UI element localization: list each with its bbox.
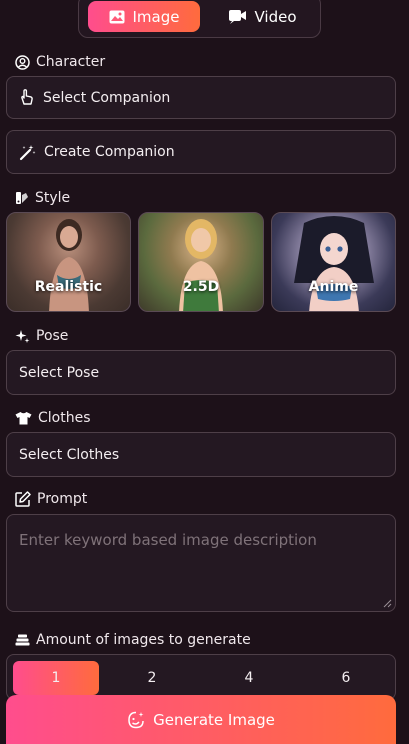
prompt-textarea[interactable]: Enter keyword based image description (6, 514, 396, 612)
amount-option-2[interactable]: 2 (109, 661, 195, 695)
amount-selector: 1 2 4 6 (6, 654, 396, 700)
tab-video[interactable]: Video (210, 1, 316, 32)
pose-heading-label: Pose (36, 328, 69, 344)
generate-image-icon (127, 711, 145, 729)
pointer-hand-icon (19, 89, 35, 106)
amount-option-1[interactable]: 1 (13, 661, 99, 695)
tab-image[interactable]: Image (88, 1, 200, 32)
tab-video-label: Video (254, 7, 297, 26)
select-companion-label: Select Companion (43, 89, 171, 106)
generate-image-label: Generate Image (153, 710, 275, 729)
select-clothes-dropdown[interactable]: Select Clothes (6, 432, 396, 477)
resize-grip-icon[interactable] (382, 598, 392, 608)
style-heading-label: Style (35, 190, 71, 206)
character-heading-label: Character (36, 54, 106, 70)
prompt-placeholder: Enter keyword based image description (19, 531, 317, 549)
clothes-heading-label: Clothes (38, 410, 91, 426)
woman-photo-thumbnail-icon (48, 219, 89, 311)
amount-option-6[interactable]: 6 (303, 661, 389, 695)
prompt-heading: Prompt (15, 491, 87, 507)
character-heading: Character (15, 54, 105, 70)
select-companion-button[interactable]: Select Companion (6, 76, 396, 119)
style-option-anime-label: Anime (308, 279, 359, 295)
woman-illustration-thumbnail-icon (179, 219, 223, 311)
select-pose-dropdown[interactable]: Select Pose (6, 350, 396, 395)
prompt-heading-label: Prompt (37, 491, 88, 507)
user-circle-icon (15, 54, 30, 70)
style-option-anime[interactable]: Anime (271, 212, 396, 312)
style-option-realistic-label: Realistic (34, 279, 103, 295)
video-icon (229, 9, 247, 24)
style-heading: Style (15, 190, 70, 206)
amount-option-4[interactable]: 4 (206, 661, 292, 695)
anime-girl-thumbnail-icon (293, 216, 374, 311)
select-pose-label: Select Pose (19, 364, 100, 381)
edit-pencil-icon (15, 491, 31, 507)
image-icon (109, 10, 125, 24)
amount-heading: Amount of images to generate (15, 632, 251, 648)
stack-icon (15, 634, 30, 646)
create-companion-label: Create Companion (44, 144, 175, 160)
generate-image-button[interactable]: Generate Image (6, 695, 396, 744)
magic-wand-icon (19, 144, 36, 161)
pose-heading: Pose (15, 328, 68, 344)
clothes-heading: Clothes (15, 410, 91, 426)
style-option-realistic[interactable]: Realistic (6, 212, 131, 312)
style-option-2-5d-label: 2.5D (182, 279, 220, 295)
palette-swatch-icon (15, 191, 29, 205)
style-option-2-5d[interactable]: 2.5D (138, 212, 264, 312)
amount-heading-label: Amount of images to generate (36, 632, 251, 648)
sparkles-icon (15, 329, 30, 344)
tab-image-label: Image (132, 7, 180, 26)
t-shirt-icon (15, 411, 32, 425)
select-clothes-label: Select Clothes (19, 446, 120, 463)
create-companion-button[interactable]: Create Companion (6, 130, 396, 174)
mode-tabs: Image Video (78, 0, 321, 38)
